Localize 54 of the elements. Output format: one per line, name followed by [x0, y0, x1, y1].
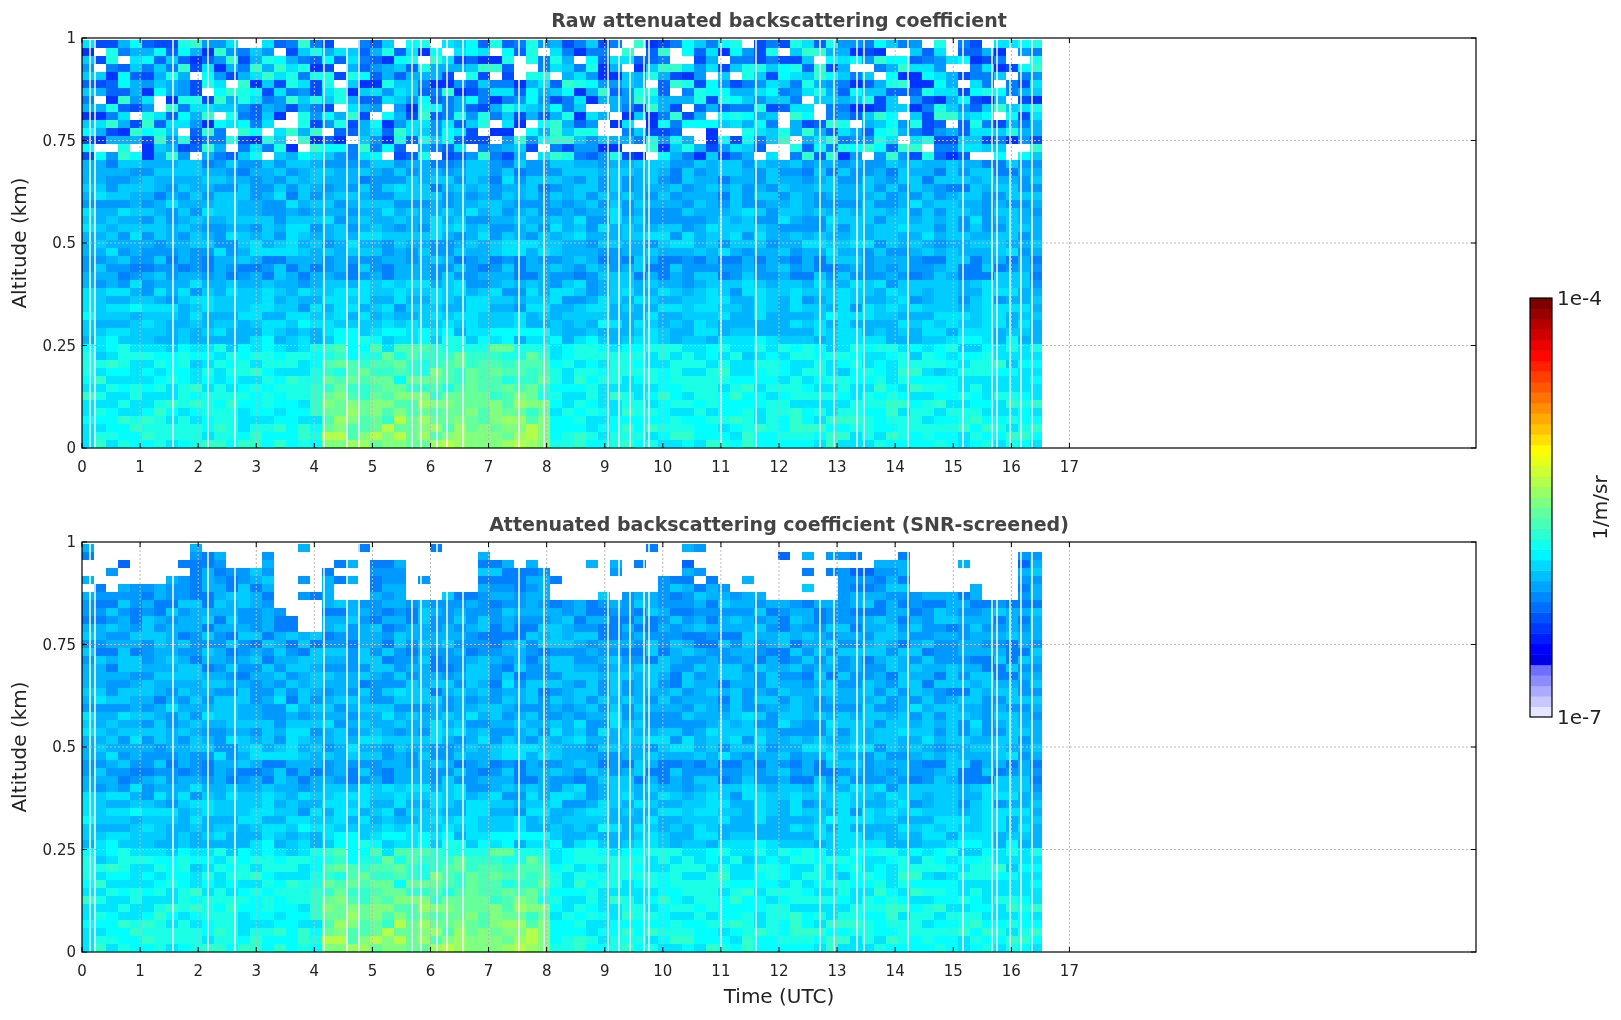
- x-tick-label: 7: [483, 962, 494, 980]
- y-tick-label: 0.5: [52, 738, 76, 756]
- x-tick-label: 0: [77, 458, 87, 476]
- x-tick-label: 8: [541, 962, 552, 980]
- x-tick-label: 9: [600, 458, 610, 476]
- colorbar-max-label: 1e-4: [1557, 286, 1602, 310]
- x-tick-label: 16: [1001, 458, 1021, 476]
- x-tick-label: 5: [367, 458, 378, 476]
- x-axis-label: Time (UTC): [723, 984, 835, 1008]
- x-tick-label: 10: [653, 962, 673, 980]
- x-tick-label: 6: [425, 458, 436, 476]
- y-tick-label: 0.25: [42, 840, 76, 859]
- y-axis-label: Altitude (km): [7, 177, 31, 309]
- x-tick-label: 16: [1001, 962, 1021, 980]
- x-tick-label: 12: [769, 962, 789, 980]
- x-tick-label: 9: [600, 962, 610, 980]
- x-tick-label: 15: [943, 458, 963, 476]
- x-tick-label: 11: [711, 458, 731, 476]
- x-tick-label: 8: [541, 458, 552, 476]
- y-tick-label: 1: [66, 533, 76, 551]
- x-tick-label: 11: [711, 962, 731, 980]
- x-tick-label: 1: [135, 962, 145, 980]
- x-tick-label: 0: [77, 962, 87, 980]
- x-tick-label: 1: [135, 458, 145, 476]
- x-tick-label: 4: [309, 458, 320, 476]
- x-tick-label: 15: [943, 962, 963, 980]
- x-tick-label: 4: [309, 962, 320, 980]
- chart-title: Raw attenuated backscattering coefficient: [551, 9, 1007, 31]
- y-tick-label: 0: [66, 943, 76, 961]
- x-tick-label: 6: [425, 962, 436, 980]
- y-axis-label: Altitude (km): [7, 681, 31, 813]
- colorbar-min-label: 1e-7: [1557, 705, 1602, 729]
- y-tick-label: 0.75: [42, 635, 76, 654]
- x-tick-label: 3: [251, 962, 261, 980]
- x-tick-label: 10: [653, 458, 673, 476]
- y-tick-label: 0.25: [42, 336, 76, 355]
- y-tick-label: 1: [66, 29, 76, 47]
- x-tick-label: 5: [367, 962, 378, 980]
- x-tick-label: 13: [827, 962, 847, 980]
- x-tick-label: 17: [1059, 458, 1079, 476]
- x-tick-label: 2: [193, 458, 203, 476]
- y-tick-label: 0: [66, 439, 76, 457]
- x-tick-label: 7: [483, 458, 494, 476]
- x-tick-label: 3: [251, 458, 261, 476]
- chart-title: Attenuated backscattering coefficient (SNR-screened): [489, 513, 1069, 535]
- x-tick-label: 17: [1059, 962, 1079, 980]
- x-tick-label: 12: [769, 458, 789, 476]
- x-tick-label: 14: [885, 962, 905, 980]
- y-tick-label: 0.75: [42, 131, 76, 150]
- x-tick-label: 14: [885, 458, 905, 476]
- colorbar-label: 1/m/sr: [1588, 475, 1612, 540]
- x-tick-label: 2: [193, 962, 203, 980]
- y-tick-label: 0.5: [52, 234, 76, 252]
- x-tick-label: 13: [827, 458, 847, 476]
